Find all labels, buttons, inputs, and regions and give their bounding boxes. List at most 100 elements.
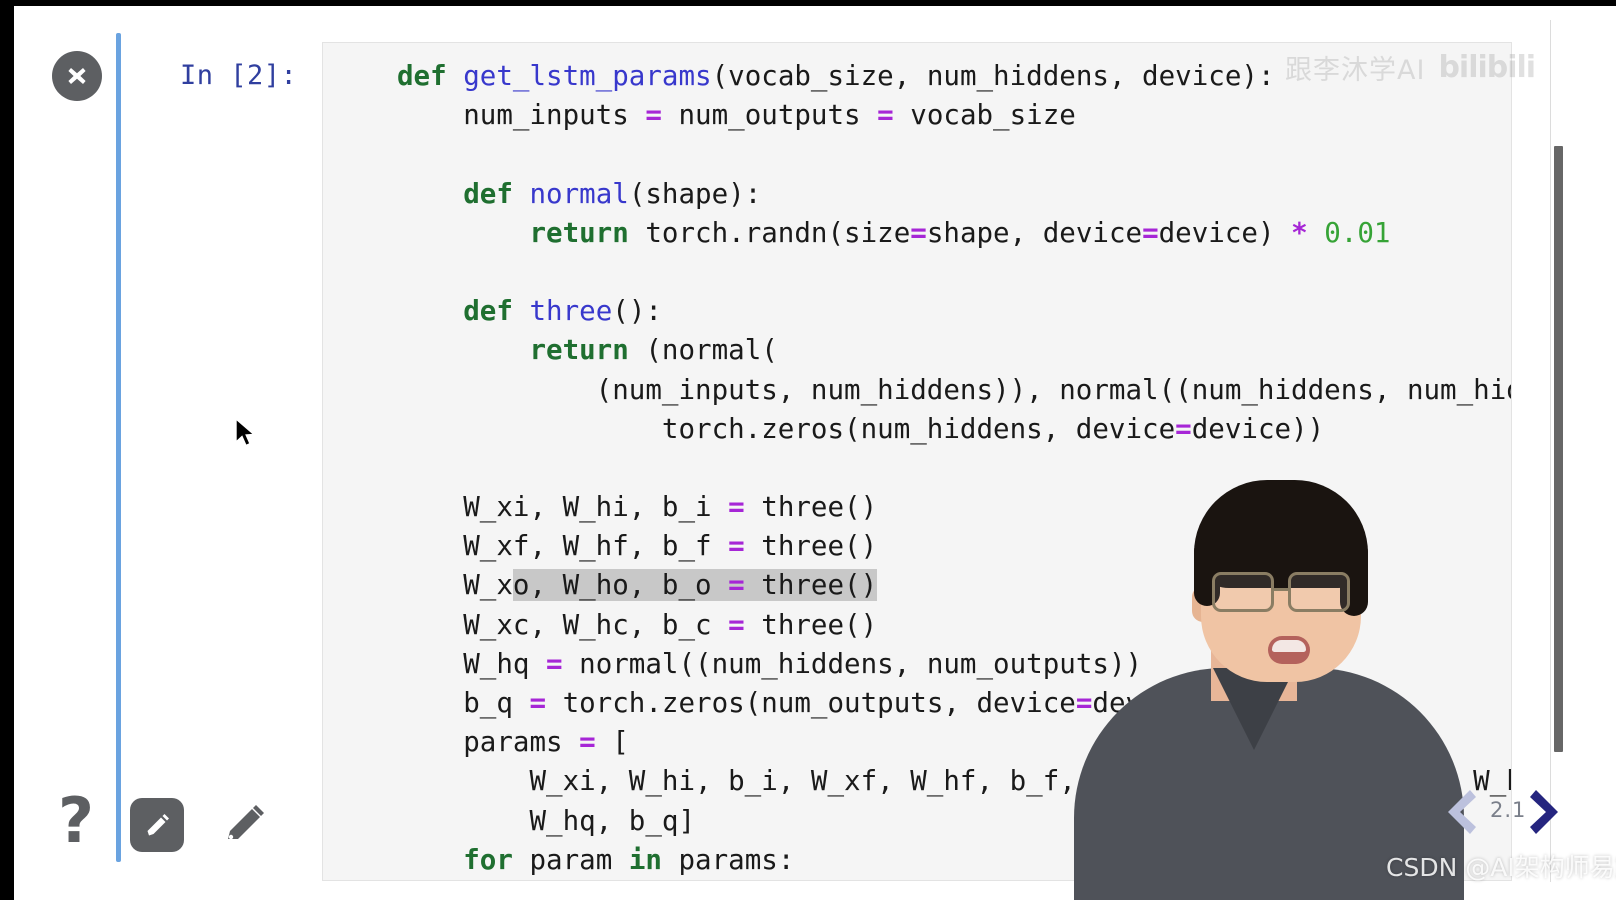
code-token: o, W_ho, b_o [512, 569, 729, 602]
chevron-right-icon [1530, 790, 1558, 834]
code-token: device) [1158, 216, 1292, 249]
code-token: (vocab_size, num_hiddens, device): [711, 60, 1275, 92]
code-token: torch.zeros(num_hiddens, device [397, 412, 1176, 445]
code-token: W_hq, b_q] [397, 804, 696, 837]
code-token: return [529, 334, 629, 367]
close-button[interactable] [52, 51, 102, 101]
next-slide-button[interactable] [1522, 784, 1568, 840]
code-line: (num_inputs, num_hiddens)), normal((num_… [397, 371, 1512, 410]
code-token: = [877, 99, 894, 132]
code-line: W_hq, b_q] [397, 802, 1511, 841]
code-token: = [645, 99, 662, 132]
help-icon[interactable]: ? [56, 790, 96, 852]
code-token: (): [612, 295, 662, 328]
code-token: normal((num_hiddens, num_outputs)) [562, 647, 1143, 680]
code-token: get_lstm_params [463, 60, 712, 92]
code-token: (shape): [628, 177, 762, 210]
chevron-left-icon [1448, 790, 1476, 834]
code-line: W_xi, W_hi, b_i, W_xf, W_hf, b_f, W_xo, … [397, 762, 1511, 801]
mouse-cursor-icon [235, 418, 256, 447]
code-line: params = [ [397, 723, 1511, 762]
code-token: def [463, 177, 530, 210]
code-token: = [1175, 412, 1192, 445]
code-line: W_xf, W_hf, b_f = three() [397, 527, 1511, 566]
pencil-square-icon [147, 814, 169, 836]
code-token: = [546, 647, 563, 680]
code-token: = [728, 530, 745, 563]
code-token: 0.01 [1324, 216, 1391, 249]
code-token: three() [744, 608, 878, 641]
code-token: params [397, 726, 580, 759]
code-token: = [529, 687, 547, 719]
code-token: b_q [397, 687, 530, 719]
previous-slide-button[interactable] [1438, 784, 1484, 840]
code-token: (num_inputs, num_hiddens)), normal((num_… [595, 373, 1512, 406]
code-token: (normal( [628, 334, 778, 367]
code-line: num_inputs = num_outputs = vocab_size [397, 96, 1511, 135]
code-token: * [1291, 216, 1308, 249]
code-token: = [728, 491, 745, 524]
code-token: in [628, 843, 662, 876]
vertical-scrollbar-thumb[interactable] [1554, 146, 1563, 752]
cell-selection-bar [116, 33, 121, 862]
code-block[interactable]: def get_lstm_params(vocab_size, num_hidd… [397, 57, 1512, 880]
code-token: = [728, 569, 745, 602]
code-line: for param in params: [397, 841, 1511, 880]
code-token: W_xc, W_hc, b_c [397, 608, 729, 641]
code-token: [ [595, 726, 629, 759]
pencil-icon [228, 805, 264, 840]
code-line: b_q = torch.zeros(num_outputs, device=de… [397, 684, 1511, 723]
code-token: W_xf, W_hf, b_f [397, 530, 729, 563]
code-token: vocab_size [893, 99, 1076, 132]
code-token: num_outputs [661, 99, 878, 132]
code-token: torch.zeros(num_outputs, device [546, 687, 1076, 719]
code-line: W_xo, W_ho, b_o = three() [397, 566, 1511, 605]
code-token: normal [529, 177, 629, 210]
code-token: device) [1092, 687, 1209, 719]
code-token: W_x [397, 569, 513, 602]
code-token: for [463, 843, 513, 876]
code-token: params: [661, 843, 795, 876]
annotate-pencil-button[interactable] [218, 798, 272, 852]
code-line: def normal(shape): [397, 175, 1511, 214]
code-token: = [1075, 687, 1093, 719]
cell-prompt-label: In [2]: [180, 60, 298, 91]
code-token: return [529, 216, 629, 249]
code-token: param [512, 843, 629, 876]
code-token: num_inputs [397, 99, 646, 132]
notebook-page: In [2]: def get_lstm_params(vocab_size, … [14, 6, 1616, 900]
code-token: three() [744, 569, 878, 602]
code-token: W_xi, W_hi, b_i [397, 491, 729, 524]
code-line: W_hq = normal((num_hiddens, num_outputs)… [397, 645, 1511, 684]
code-token: three() [744, 491, 878, 524]
code-token: W_xi, W_hi, b_i, W_xf, W_hf, b_f, W_xo, … [529, 765, 1511, 798]
code-line: return (normal( [397, 331, 1511, 370]
code-line: W_xc, W_hc, b_c = three() [397, 606, 1511, 645]
code-token: = [910, 216, 927, 249]
code-token: = [1142, 216, 1159, 249]
code-token: W_hq [397, 647, 547, 680]
code-token: device)) [1191, 412, 1325, 445]
slide-number: 2.1 [1490, 798, 1527, 822]
code-token: = [579, 726, 596, 759]
edit-mode-button[interactable] [130, 798, 184, 852]
code-token: = [728, 608, 745, 641]
code-cell[interactable]: def get_lstm_params(vocab_size, num_hidd… [322, 42, 1512, 881]
code-token: three() [744, 530, 878, 563]
code-line: torch.zeros(num_hiddens, device=device)) [397, 410, 1511, 449]
code-token: torch.randn(size [628, 216, 911, 249]
code-line: def three(): [397, 292, 1511, 331]
close-icon [68, 68, 86, 84]
code-token: def [397, 60, 464, 92]
code-line: W_xi, W_hi, b_i = three() [397, 488, 1511, 527]
screen: In [2]: def get_lstm_params(vocab_size, … [0, 0, 1616, 900]
code-token: def [463, 295, 530, 328]
